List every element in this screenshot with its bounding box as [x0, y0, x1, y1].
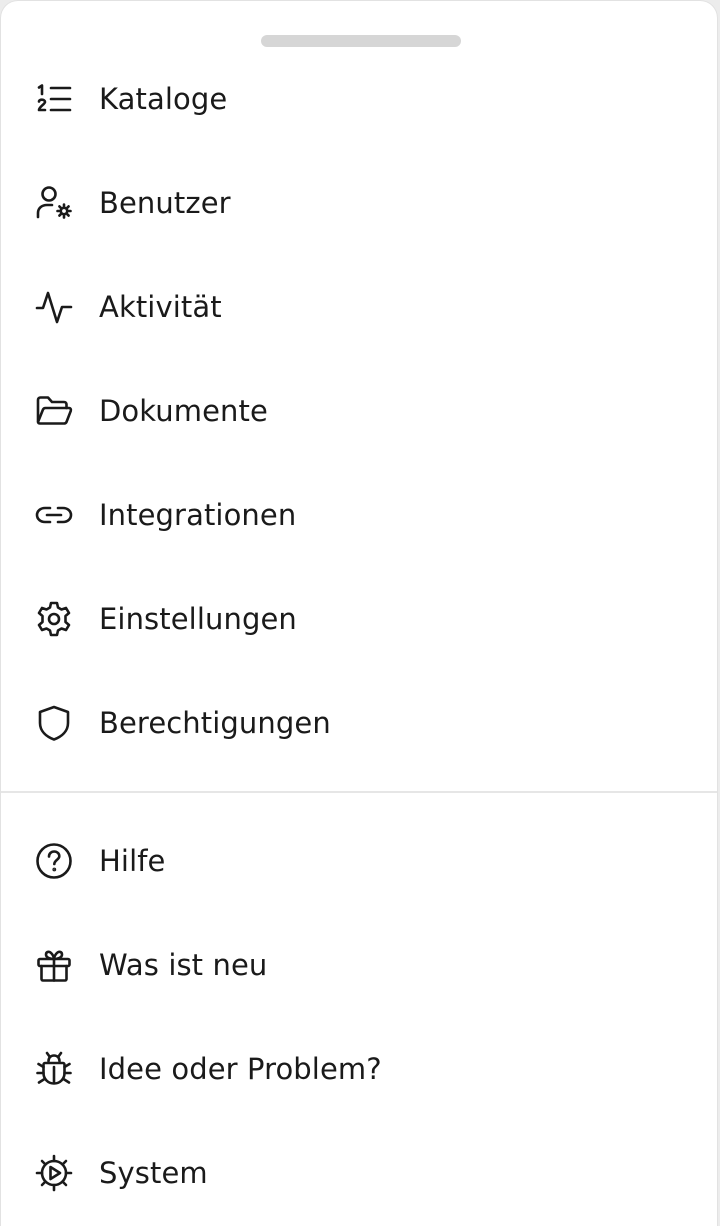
menu-item-berechtigungen[interactable]: Berechtigungen: [1, 671, 717, 775]
drag-handle[interactable]: [261, 35, 461, 47]
menu-item-dokumente[interactable]: Dokumente: [1, 359, 717, 463]
link-icon: [34, 495, 74, 535]
menu-item-einstellungen[interactable]: Einstellungen: [1, 567, 717, 671]
menu-item-label: Integrationen: [99, 498, 297, 532]
help-circle-icon: [34, 841, 74, 881]
gift-icon: [34, 945, 74, 985]
user-settings-icon: [34, 183, 74, 223]
menu-item-integrationen[interactable]: Integrationen: [1, 463, 717, 567]
bottom-sheet-menu: Kataloge Benutzer Aktivität Dokumente In…: [0, 0, 718, 1226]
menu-item-label: Kataloge: [99, 82, 228, 116]
menu-item-benutzer[interactable]: Benutzer: [1, 151, 717, 255]
menu-item-label: Dokumente: [99, 394, 268, 428]
menu-item-aktivitaet[interactable]: Aktivität: [1, 255, 717, 359]
main-menu: Kataloge Benutzer Aktivität Dokumente In…: [1, 47, 717, 775]
menu-item-label: Aktivität: [99, 290, 222, 324]
menu-item-label: Benutzer: [99, 186, 231, 220]
secondary-menu: Hilfe Was ist neu Idee oder Problem? Sys…: [1, 809, 717, 1225]
menu-item-label: Hilfe: [99, 844, 166, 878]
system-gear-icon: [34, 1153, 74, 1193]
gear-icon: [34, 599, 74, 639]
activity-icon: [34, 287, 74, 327]
menu-item-hilfe[interactable]: Hilfe: [1, 809, 717, 913]
menu-item-kataloge[interactable]: Kataloge: [1, 47, 717, 151]
menu-item-was-ist-neu[interactable]: Was ist neu: [1, 913, 717, 1017]
menu-item-label: Was ist neu: [99, 948, 268, 982]
menu-item-idee-oder-problem[interactable]: Idee oder Problem?: [1, 1017, 717, 1121]
numbered-list-icon: [34, 79, 74, 119]
menu-item-label: System: [99, 1156, 208, 1190]
folder-open-icon: [34, 391, 74, 431]
menu-item-label: Einstellungen: [99, 602, 297, 636]
menu-divider: [1, 791, 717, 793]
menu-item-label: Berechtigungen: [99, 706, 331, 740]
menu-item-label: Idee oder Problem?: [99, 1052, 382, 1086]
shield-icon: [34, 703, 74, 743]
menu-item-system[interactable]: System: [1, 1121, 717, 1225]
bug-icon: [34, 1049, 74, 1089]
